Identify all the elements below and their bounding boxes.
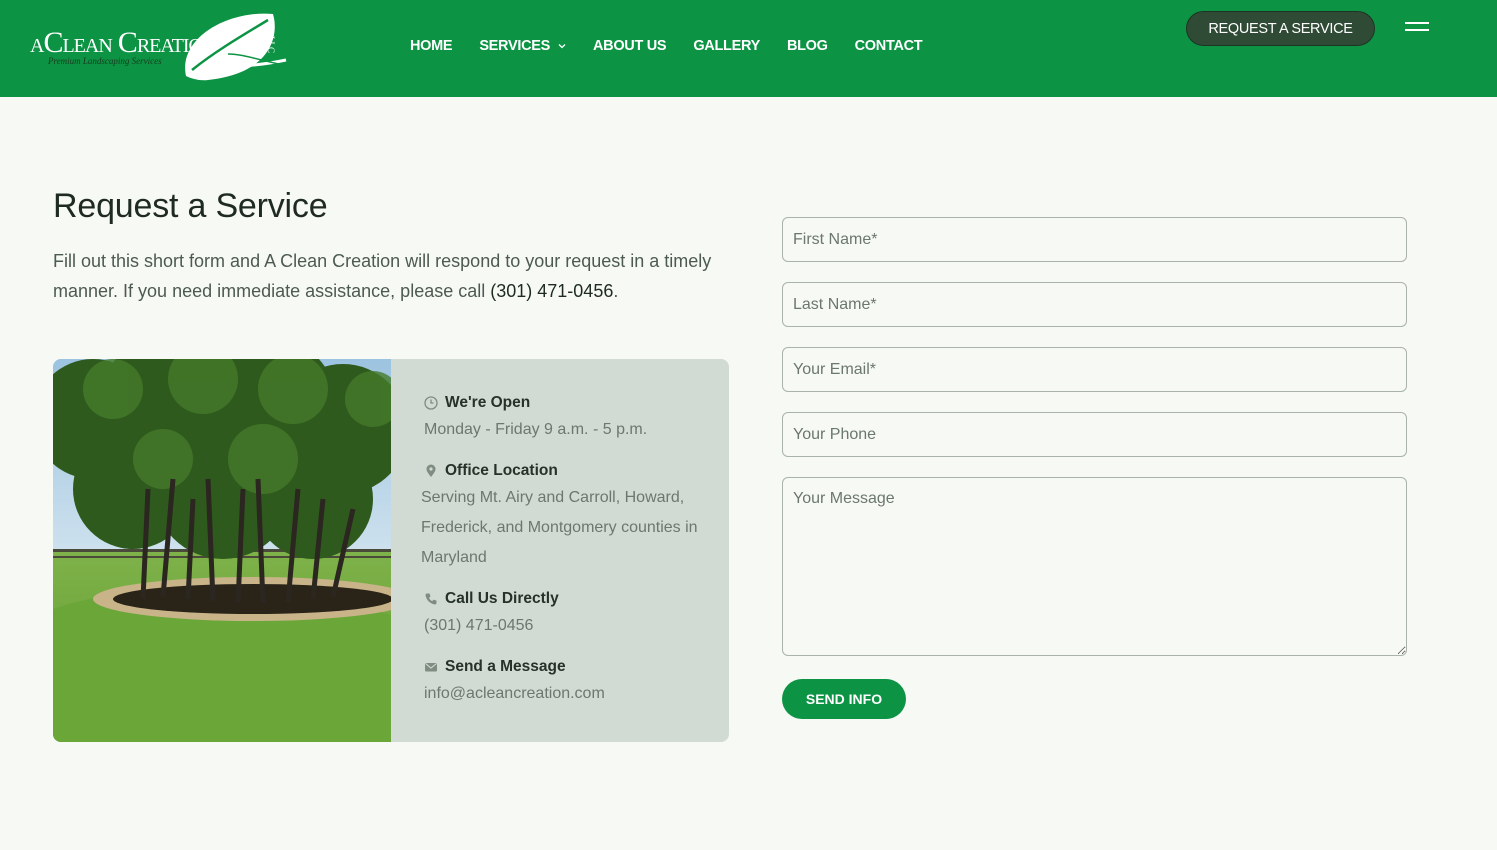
email-field[interactable] <box>782 347 1407 392</box>
nav-label: CONTACT <box>854 38 923 54</box>
nav-contact[interactable]: CONTACT <box>855 38 923 54</box>
intro-text: Fill out this short form and A Clean Cre… <box>53 246 733 306</box>
main-nav: HOME SERVICES ABOUT US GALLERY BLOG CONT… <box>410 38 949 54</box>
nav-services[interactable]: SERVICES <box>479 38 566 54</box>
hamburger-menu-icon[interactable] <box>1405 22 1429 34</box>
logo-wordmark: ACLEAN CREATION <box>30 26 216 59</box>
site-header: ACLEAN CREATION LLC Premium Landscaping S… <box>0 0 1497 97</box>
nav-label: GALLERY <box>693 38 760 54</box>
contact-info-card: We're Open Monday - Friday 9 a.m. - 5 p.… <box>53 359 729 742</box>
request-service-button[interactable]: REQUEST A SERVICE <box>1186 11 1375 46</box>
message-heading: Send a Message <box>424 655 721 679</box>
phone-icon <box>425 593 437 605</box>
page-title: Request a Service <box>53 187 328 225</box>
info-heading: We're Open <box>445 394 531 411</box>
last-name-field[interactable] <box>782 282 1407 327</box>
info-heading: Office Location <box>445 462 558 479</box>
nav-label: SERVICES <box>479 38 550 54</box>
send-info-button[interactable]: SEND INFO <box>782 679 906 719</box>
nav-gallery[interactable]: GALLERY <box>693 38 760 54</box>
trees-photo <box>53 359 391 742</box>
first-name-field[interactable] <box>782 217 1407 262</box>
hours-heading: We're Open <box>424 391 721 415</box>
map-pin-icon <box>426 464 436 477</box>
phone-value[interactable]: (301) 471-0456 <box>424 611 721 641</box>
intro-phone-link[interactable]: (301) 471-0456 <box>490 281 613 301</box>
clock-icon <box>424 396 438 410</box>
intro-end: . <box>613 281 619 301</box>
email-value[interactable]: info@acleancreation.com <box>424 679 721 709</box>
logo-llc: LLC <box>266 36 276 53</box>
location-value: Serving Mt. Airy and Carroll, Howard, Fr… <box>421 489 698 566</box>
contact-info-list: We're Open Monday - Friday 9 a.m. - 5 p.… <box>421 391 721 723</box>
nav-label: HOME <box>410 38 453 54</box>
info-heading: Send a Message <box>445 658 566 675</box>
info-heading: Call Us Directly <box>445 590 559 607</box>
nav-about-us[interactable]: ABOUT US <box>592 38 667 54</box>
site-logo[interactable]: ACLEAN CREATION LLC Premium Landscaping S… <box>28 8 290 84</box>
nav-blog[interactable]: BLOG <box>787 38 828 54</box>
nav-label: BLOG <box>786 38 828 54</box>
phone-heading: Call Us Directly <box>424 587 721 611</box>
location-heading: Office Location <box>424 459 721 483</box>
hours-value: Monday - Friday 9 a.m. - 5 p.m. <box>424 421 648 438</box>
nav-label: ABOUT US <box>592 38 667 54</box>
phone-field[interactable] <box>782 412 1407 457</box>
chevron-down-icon <box>558 44 566 49</box>
envelope-icon <box>425 663 437 672</box>
logo-tagline: Premium Landscaping Services <box>48 56 162 66</box>
message-field[interactable] <box>782 477 1407 656</box>
nav-home[interactable]: HOME <box>410 38 453 54</box>
